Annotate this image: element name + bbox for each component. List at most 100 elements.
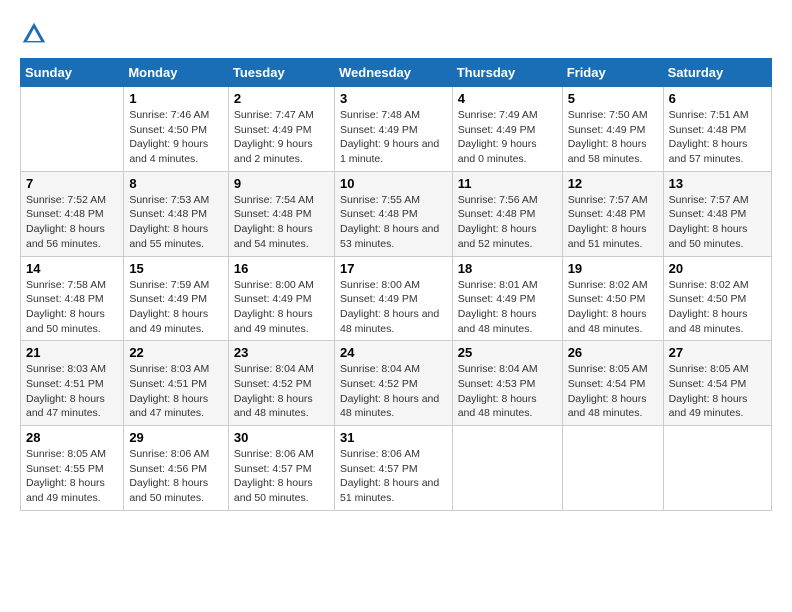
day-number: 19 — [568, 261, 658, 276]
calendar-header-row: SundayMondayTuesdayWednesdayThursdayFrid… — [21, 59, 772, 87]
day-number: 26 — [568, 345, 658, 360]
day-info: Sunrise: 8:05 AMSunset: 4:55 PMDaylight:… — [26, 447, 118, 506]
day-info: Sunrise: 8:06 AMSunset: 4:57 PMDaylight:… — [340, 447, 447, 506]
calendar-cell: 6 Sunrise: 7:51 AMSunset: 4:48 PMDaylight… — [663, 87, 771, 172]
calendar-cell: 4 Sunrise: 7:49 AMSunset: 4:49 PMDaylight… — [452, 87, 562, 172]
calendar-table: SundayMondayTuesdayWednesdayThursdayFrid… — [20, 58, 772, 511]
day-number: 16 — [234, 261, 329, 276]
column-header-thursday: Thursday — [452, 59, 562, 87]
calendar-cell: 28 Sunrise: 8:05 AMSunset: 4:55 PMDayligh… — [21, 426, 124, 511]
day-number: 17 — [340, 261, 447, 276]
day-info: Sunrise: 8:01 AMSunset: 4:49 PMDaylight:… — [458, 278, 557, 337]
day-info: Sunrise: 8:05 AMSunset: 4:54 PMDaylight:… — [568, 362, 658, 421]
calendar-cell: 18Sunrise: 8:01 AMSunset: 4:49 PMDayligh… — [452, 256, 562, 341]
day-info: Sunrise: 8:05 AMSunset: 4:54 PMDaylight:… — [669, 362, 766, 421]
calendar-cell: 7Sunrise: 7:52 AMSunset: 4:48 PMDaylight… — [21, 171, 124, 256]
day-info: Sunrise: 7:57 AMSunset: 4:48 PMDaylight:… — [568, 193, 658, 252]
calendar-cell: 5 Sunrise: 7:50 AMSunset: 4:49 PMDaylight… — [562, 87, 663, 172]
day-info: Sunrise: 8:06 AMSunset: 4:57 PMDaylight:… — [234, 447, 329, 506]
day-number: 20 — [669, 261, 766, 276]
day-number: 4 — [458, 91, 557, 106]
day-info: Sunrise: 7:49 AMSunset: 4:49 PMDaylight:… — [458, 108, 557, 167]
day-info: Sunrise: 7:46 AMSunset: 4:50 PMDaylight:… — [129, 108, 223, 167]
day-info: Sunrise: 7:59 AMSunset: 4:49 PMDaylight:… — [129, 278, 223, 337]
day-info: Sunrise: 7:58 AMSunset: 4:48 PMDaylight:… — [26, 278, 118, 337]
day-number: 28 — [26, 430, 118, 445]
calendar-week-row: 14Sunrise: 7:58 AMSunset: 4:48 PMDayligh… — [21, 256, 772, 341]
day-number: 15 — [129, 261, 223, 276]
calendar-cell: 24 Sunrise: 8:04 AMSunset: 4:52 PMDayligh… — [334, 341, 452, 426]
day-info: Sunrise: 7:53 AMSunset: 4:48 PMDaylight:… — [129, 193, 223, 252]
day-number: 11 — [458, 176, 557, 191]
page-header — [20, 20, 772, 48]
calendar-cell: 26 Sunrise: 8:05 AMSunset: 4:54 PMDayligh… — [562, 341, 663, 426]
calendar-cell: 15 Sunrise: 7:59 AMSunset: 4:49 PMDayligh… — [124, 256, 229, 341]
day-info: Sunrise: 7:52 AMSunset: 4:48 PMDaylight:… — [26, 193, 118, 252]
calendar-cell: 19 Sunrise: 8:02 AMSunset: 4:50 PMDayligh… — [562, 256, 663, 341]
calendar-cell: 3 Sunrise: 7:48 AMSunset: 4:49 PMDaylight… — [334, 87, 452, 172]
day-info: Sunrise: 8:03 AMSunset: 4:51 PMDaylight:… — [26, 362, 118, 421]
day-number: 1 — [129, 91, 223, 106]
day-info: Sunrise: 7:55 AMSunset: 4:48 PMDaylight:… — [340, 193, 447, 252]
day-number: 21 — [26, 345, 118, 360]
calendar-cell — [663, 426, 771, 511]
calendar-cell: 8 Sunrise: 7:53 AMSunset: 4:48 PMDaylight… — [124, 171, 229, 256]
day-info: Sunrise: 7:50 AMSunset: 4:49 PMDaylight:… — [568, 108, 658, 167]
calendar-cell: 27 Sunrise: 8:05 AMSunset: 4:54 PMDayligh… — [663, 341, 771, 426]
day-number: 30 — [234, 430, 329, 445]
day-info: Sunrise: 7:47 AMSunset: 4:49 PMDaylight:… — [234, 108, 329, 167]
column-header-wednesday: Wednesday — [334, 59, 452, 87]
day-number: 23 — [234, 345, 329, 360]
calendar-cell: 23 Sunrise: 8:04 AMSunset: 4:52 PMDayligh… — [228, 341, 334, 426]
calendar-cell: 25 Sunrise: 8:04 AMSunset: 4:53 PMDayligh… — [452, 341, 562, 426]
calendar-cell — [21, 87, 124, 172]
calendar-cell: 10Sunrise: 7:55 AMSunset: 4:48 PMDayligh… — [334, 171, 452, 256]
day-info: Sunrise: 8:04 AMSunset: 4:53 PMDaylight:… — [458, 362, 557, 421]
day-info: Sunrise: 8:03 AMSunset: 4:51 PMDaylight:… — [129, 362, 223, 421]
day-number: 12 — [568, 176, 658, 191]
calendar-week-row: 28 Sunrise: 8:05 AMSunset: 4:55 PMDayligh… — [21, 426, 772, 511]
day-number: 25 — [458, 345, 557, 360]
calendar-cell: 31 Sunrise: 8:06 AMSunset: 4:57 PMDayligh… — [334, 426, 452, 511]
day-number: 5 — [568, 91, 658, 106]
day-number: 6 — [669, 91, 766, 106]
column-header-friday: Friday — [562, 59, 663, 87]
day-info: Sunrise: 8:04 AMSunset: 4:52 PMDaylight:… — [340, 362, 447, 421]
calendar-cell: 14Sunrise: 7:58 AMSunset: 4:48 PMDayligh… — [21, 256, 124, 341]
column-header-saturday: Saturday — [663, 59, 771, 87]
day-number: 9 — [234, 176, 329, 191]
day-number: 27 — [669, 345, 766, 360]
calendar-cell: 20Sunrise: 8:02 AMSunset: 4:50 PMDayligh… — [663, 256, 771, 341]
calendar-cell — [452, 426, 562, 511]
column-header-tuesday: Tuesday — [228, 59, 334, 87]
day-number: 24 — [340, 345, 447, 360]
calendar-cell: 12 Sunrise: 7:57 AMSunset: 4:48 PMDayligh… — [562, 171, 663, 256]
day-info: Sunrise: 8:06 AMSunset: 4:56 PMDaylight:… — [129, 447, 223, 506]
calendar-cell — [562, 426, 663, 511]
calendar-cell: 17Sunrise: 8:00 AMSunset: 4:49 PMDayligh… — [334, 256, 452, 341]
calendar-cell: 29Sunrise: 8:06 AMSunset: 4:56 PMDayligh… — [124, 426, 229, 511]
day-info: Sunrise: 8:00 AMSunset: 4:49 PMDaylight:… — [234, 278, 329, 337]
day-number: 22 — [129, 345, 223, 360]
calendar-cell: 30 Sunrise: 8:06 AMSunset: 4:57 PMDayligh… — [228, 426, 334, 511]
calendar-cell: 21 Sunrise: 8:03 AMSunset: 4:51 PMDayligh… — [21, 341, 124, 426]
column-header-sunday: Sunday — [21, 59, 124, 87]
calendar-cell: 11 Sunrise: 7:56 AMSunset: 4:48 PMDayligh… — [452, 171, 562, 256]
day-info: Sunrise: 7:48 AMSunset: 4:49 PMDaylight:… — [340, 108, 447, 167]
calendar-cell: 22 Sunrise: 8:03 AMSunset: 4:51 PMDayligh… — [124, 341, 229, 426]
calendar-week-row: 1 Sunrise: 7:46 AMSunset: 4:50 PMDaylight… — [21, 87, 772, 172]
day-number: 3 — [340, 91, 447, 106]
day-number: 2 — [234, 91, 329, 106]
day-info: Sunrise: 8:04 AMSunset: 4:52 PMDaylight:… — [234, 362, 329, 421]
day-info: Sunrise: 7:57 AMSunset: 4:48 PMDaylight:… — [669, 193, 766, 252]
day-number: 31 — [340, 430, 447, 445]
day-info: Sunrise: 7:56 AMSunset: 4:48 PMDaylight:… — [458, 193, 557, 252]
logo-icon — [20, 20, 48, 48]
day-number: 8 — [129, 176, 223, 191]
calendar-cell: 2 Sunrise: 7:47 AMSunset: 4:49 PMDaylight… — [228, 87, 334, 172]
day-info: Sunrise: 8:02 AMSunset: 4:50 PMDaylight:… — [568, 278, 658, 337]
calendar-week-row: 7Sunrise: 7:52 AMSunset: 4:48 PMDaylight… — [21, 171, 772, 256]
calendar-cell: 1 Sunrise: 7:46 AMSunset: 4:50 PMDaylight… — [124, 87, 229, 172]
day-info: Sunrise: 7:51 AMSunset: 4:48 PMDaylight:… — [669, 108, 766, 167]
day-number: 13 — [669, 176, 766, 191]
